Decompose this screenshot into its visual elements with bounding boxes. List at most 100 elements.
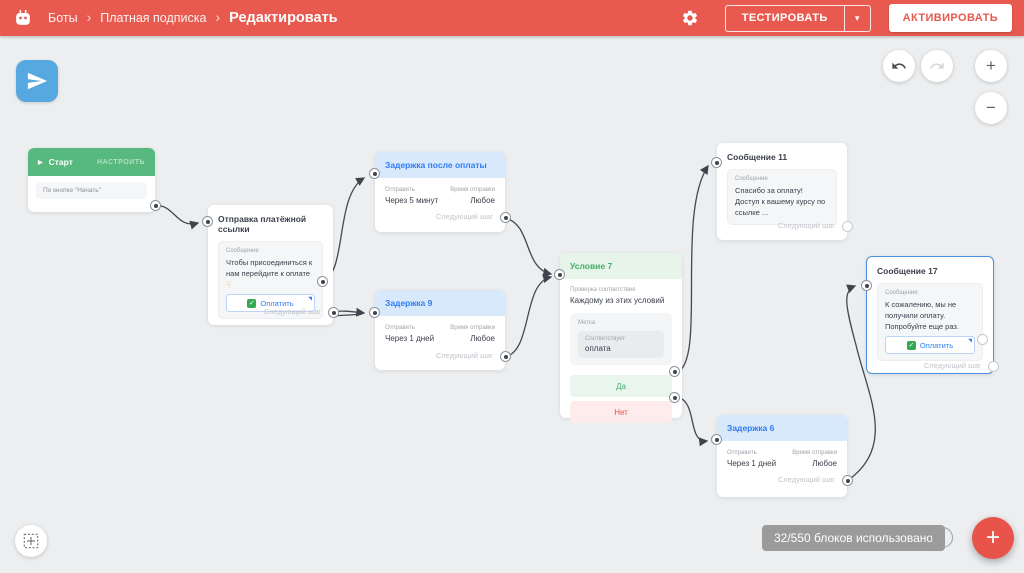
tag-card: Метка Соответствует оплата	[570, 313, 672, 365]
configure-button[interactable]: НАСТРОИТЬ	[97, 159, 145, 166]
message-label: Сообщение	[885, 290, 975, 296]
match-value: оплата	[585, 344, 657, 353]
send-time-value: Любое	[450, 196, 495, 205]
plus-icon: +	[986, 56, 996, 76]
chevron-down-icon: ▾	[855, 13, 860, 24]
breadcrumb: Боты › Платная подписка › Редактировать	[48, 10, 338, 26]
chevron-right-icon: ›	[87, 9, 92, 25]
port-payment-in[interactable]	[202, 216, 213, 227]
node-delay-after-payment[interactable]: Задержка после оплаты Отправить Через 5 …	[375, 152, 505, 232]
gear-icon[interactable]	[677, 5, 703, 31]
node-delay6-title: Задержка 6	[727, 423, 774, 433]
port-msg17-in[interactable]	[861, 280, 872, 291]
port-msg11-in[interactable]	[711, 157, 722, 168]
port-msg11-next-out[interactable]	[842, 221, 853, 232]
node-start[interactable]: ▶ Старт НАСТРОИТЬ По кнопке "Начать"	[28, 148, 155, 212]
check-label: Проверка соответствия	[570, 287, 672, 293]
node-cond-title: Условие 7	[570, 261, 612, 271]
node-cond-header: Условие 7	[560, 253, 682, 279]
info-button[interactable]: i	[932, 527, 953, 548]
port-msg17-paybutton-out[interactable]	[977, 334, 988, 345]
port-delay9-next-out[interactable]	[500, 351, 511, 362]
port-cond-in[interactable]	[554, 269, 565, 280]
port-delay6-next-out[interactable]	[842, 475, 853, 486]
port-delayA-in[interactable]	[369, 168, 380, 179]
tag-label: Метка	[578, 320, 664, 326]
bot-logo-icon	[12, 7, 34, 29]
node-delay9-header: Задержка 9	[375, 290, 505, 316]
pay-button-label: Оплатить	[920, 341, 953, 350]
node-delayA-title: Задержка после оплаты	[385, 160, 487, 170]
node-start-title: Старт	[49, 157, 73, 167]
condition-no-button[interactable]: Нет	[570, 401, 672, 423]
port-cond-yes-out[interactable]	[669, 366, 680, 377]
port-msg17-next-out[interactable]	[988, 361, 999, 372]
msg17-message-card: Сообщение К сожалению, мы не получили оп…	[877, 283, 983, 361]
next-step-label: Следующий шаг	[778, 475, 835, 484]
telegram-icon[interactable]	[16, 60, 58, 102]
msg11-message-text: Спасибо за оплату! Доступ к вашему курсу…	[735, 185, 829, 218]
next-step-label: Следующий шаг	[436, 351, 493, 360]
breadcrumb-edit: Редактировать	[229, 10, 337, 26]
edge-start-payment	[155, 206, 198, 224]
port-paybutton-out[interactable]	[317, 276, 328, 287]
edge-yes-msg11	[678, 166, 708, 372]
node-message-17[interactable]: Сообщение 17 Сообщение К сожалению, мы н…	[866, 256, 994, 374]
send-time-value: Любое	[450, 334, 495, 343]
edge-delayA-cond	[505, 218, 551, 274]
node-delayA-header: Задержка после оплаты	[375, 152, 505, 178]
plus-icon: +	[986, 524, 1000, 552]
port-payment-next-out[interactable]	[328, 307, 339, 318]
node-delay-9[interactable]: Задержка 9 Отправить Через 1 дней Время …	[375, 290, 505, 370]
port-cond-no-out[interactable]	[669, 392, 680, 403]
undo-icon	[891, 58, 907, 74]
node-msg11-title: Сообщение 11	[717, 143, 847, 167]
link-corner-icon: ◥	[968, 338, 972, 344]
node-payment-link[interactable]: Отправка платёжной ссылки Сообщение Чтоб…	[208, 205, 333, 325]
link-corner-icon: ◥	[308, 296, 312, 302]
start-trigger-field: По кнопке "Начать"	[36, 182, 147, 199]
condition-yes-button[interactable]: Да	[570, 375, 672, 397]
minus-icon: −	[986, 98, 996, 118]
chevron-right-icon: ›	[215, 9, 220, 25]
undo-button[interactable]	[883, 50, 915, 82]
check-icon: ✓	[907, 341, 916, 350]
grid-fit-icon	[23, 533, 39, 549]
msg17-message-text: К сожалению, мы не получили оплату. Попр…	[885, 299, 975, 332]
check-icon: ✓	[247, 299, 256, 308]
node-delay-6[interactable]: Задержка 6 Отправить Через 1 дней Время …	[717, 415, 847, 497]
port-start-out[interactable]	[150, 200, 161, 211]
next-step-label: Следующий шаг	[778, 221, 835, 230]
top-bar: Боты › Платная подписка › Редактировать …	[0, 0, 1024, 36]
send-time-label: Время отправки	[450, 187, 495, 193]
zoom-out-button[interactable]: −	[975, 92, 1007, 124]
pay-button[interactable]: ◥ ✓ Оплатить	[885, 336, 975, 354]
breadcrumb-bots[interactable]: Боты	[48, 11, 78, 25]
send-time-label: Время отправки	[792, 450, 837, 456]
send-value: Через 1 дней	[727, 459, 776, 468]
fit-view-button[interactable]	[15, 525, 47, 557]
next-step-label: Следующий шаг	[264, 307, 321, 316]
node-payment-title: Отправка платёжной ссылки	[208, 205, 333, 239]
send-time-label: Время отправки	[450, 325, 495, 331]
message-label: Сообщение	[226, 248, 315, 254]
port-delay9-in[interactable]	[369, 307, 380, 318]
activate-button[interactable]: АКТИВИРОВАТЬ	[889, 4, 1012, 32]
test-dropdown-button[interactable]: ▾	[844, 6, 870, 31]
port-delayA-next-out[interactable]	[500, 212, 511, 223]
send-time-value: Любое	[792, 459, 837, 468]
node-condition-7[interactable]: Условие 7 Проверка соответствия Каждому …	[560, 253, 682, 418]
flow-canvas[interactable]: + − ▶ Старт НАСТРОИТЬ По кнопке "Начать"…	[0, 36, 1024, 573]
node-message-11[interactable]: Сообщение 11 Сообщение Спасибо за оплату…	[717, 143, 847, 240]
breadcrumb-subscription[interactable]: Платная подписка	[100, 11, 206, 25]
zoom-in-button[interactable]: +	[975, 50, 1007, 82]
redo-icon	[929, 58, 945, 74]
port-delay6-in[interactable]	[711, 434, 722, 445]
node-delay6-header: Задержка 6	[717, 415, 847, 441]
next-step-label: Следующий шаг	[436, 212, 493, 221]
add-block-button[interactable]: +	[972, 517, 1014, 559]
test-button[interactable]: ТЕСТИРОВАТЬ	[726, 6, 844, 31]
redo-button[interactable]	[921, 50, 953, 82]
next-step-label: Следующий шаг	[924, 361, 981, 370]
node-start-header: ▶ Старт НАСТРОИТЬ	[28, 148, 155, 176]
